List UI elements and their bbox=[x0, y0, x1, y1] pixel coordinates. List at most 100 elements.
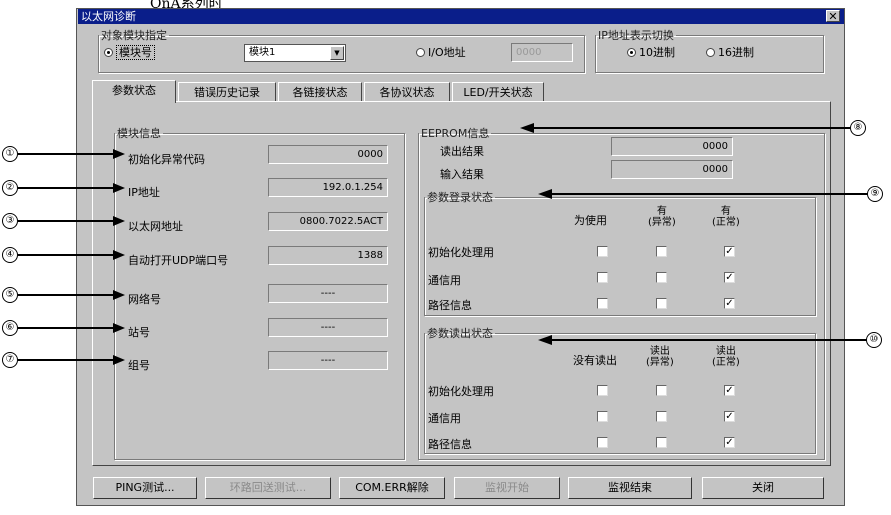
tab-link-status[interactable]: 各链接状态 bbox=[278, 82, 362, 102]
monitor-start-button[interactable]: 监视开始 bbox=[454, 477, 560, 499]
eeprom-info-legend: EEPROM信息 bbox=[421, 127, 490, 140]
reg-row-route-label: 路径信息 bbox=[428, 299, 472, 312]
network-no-value: ---- bbox=[268, 284, 388, 303]
radio-unselected-icon bbox=[416, 47, 425, 57]
loop-test-button[interactable]: 环路回送测试... bbox=[205, 477, 331, 499]
callout-5-line bbox=[18, 294, 115, 296]
ethernet-address-label: 以太网地址 bbox=[128, 220, 183, 233]
radio-decimal[interactable]: 10进制 bbox=[627, 44, 675, 60]
arrow-right-icon bbox=[113, 183, 125, 193]
reg-row-init-label: 初始化处理用 bbox=[428, 246, 494, 259]
callout-1-line bbox=[18, 153, 115, 155]
init-error-code-value: 0000 bbox=[268, 145, 388, 164]
module-select-value: 模块1 bbox=[249, 47, 276, 58]
checkbox[interactable] bbox=[597, 411, 608, 422]
arrow-right-icon bbox=[113, 323, 125, 333]
col-unused-header: 为使用 bbox=[574, 214, 607, 227]
radio-unselected-icon bbox=[706, 47, 715, 57]
callout-3: ③ bbox=[2, 213, 18, 229]
checkbox-checked[interactable]: ✓ bbox=[724, 437, 735, 448]
group-no-label: 组号 bbox=[128, 359, 150, 372]
ip-display-legend: IP地址表示切换 bbox=[598, 29, 674, 42]
ip-address-value: 192.0.1.254 bbox=[268, 178, 388, 197]
eeprom-read-value: 0000 bbox=[611, 137, 733, 156]
callout-1: ① bbox=[2, 146, 18, 162]
callout-2: ② bbox=[2, 180, 18, 196]
checkbox-checked[interactable]: ✓ bbox=[724, 272, 735, 283]
radio-io-address-label: I/O地址 bbox=[428, 46, 466, 59]
callout-6-line bbox=[18, 327, 115, 329]
callout-4: ④ bbox=[2, 247, 18, 263]
checkbox-checked[interactable]: ✓ bbox=[724, 411, 735, 422]
checkbox[interactable] bbox=[597, 437, 608, 448]
group-no-value: ---- bbox=[268, 351, 388, 370]
ip-address-label: IP地址 bbox=[128, 186, 160, 199]
callout-9-line bbox=[550, 193, 868, 195]
read-row-comm-label: 通信用 bbox=[428, 412, 461, 425]
io-address-input[interactable]: 0000 bbox=[511, 43, 573, 62]
callout-6: ⑥ bbox=[2, 320, 18, 336]
checkbox[interactable] bbox=[656, 298, 667, 309]
read-row-init-label: 初始化处理用 bbox=[428, 385, 494, 398]
radio-selected-icon bbox=[627, 47, 636, 57]
checkbox[interactable] bbox=[597, 298, 608, 309]
monitor-stop-button[interactable]: 监视结束 bbox=[568, 477, 692, 499]
close-button[interactable]: 关闭 bbox=[702, 477, 824, 499]
read-row-route-label: 路径信息 bbox=[428, 438, 472, 451]
network-no-label: 网络号 bbox=[128, 293, 161, 306]
arrow-right-icon bbox=[113, 355, 125, 365]
checkbox-checked[interactable]: ✓ bbox=[724, 385, 735, 396]
checkbox-checked[interactable]: ✓ bbox=[724, 298, 735, 309]
param-register-legend: 参数登录状态 bbox=[427, 191, 493, 204]
callout-10: ⑩ bbox=[866, 332, 882, 348]
eeprom-write-value: 0000 bbox=[611, 160, 733, 179]
radio-selected-icon bbox=[104, 47, 113, 57]
checkbox[interactable] bbox=[656, 272, 667, 283]
checkbox[interactable] bbox=[656, 437, 667, 448]
arrow-right-icon bbox=[113, 250, 125, 260]
ethernet-address-value: 0800.7022.5ACT bbox=[268, 212, 388, 231]
station-no-label: 站号 bbox=[128, 326, 150, 339]
target-module-legend: 对象模块指定 bbox=[101, 29, 167, 42]
checkbox[interactable] bbox=[597, 246, 608, 257]
callout-8-line bbox=[532, 127, 850, 129]
checkbox[interactable] bbox=[597, 272, 608, 283]
eeprom-read-label: 读出结果 bbox=[440, 145, 484, 158]
col-normal-header: 有 (正常) bbox=[712, 206, 740, 228]
callout-3-line bbox=[18, 220, 115, 222]
radio-module-no[interactable]: 模块号 bbox=[104, 44, 155, 60]
tab-error-history[interactable]: 错误历史记录 bbox=[178, 82, 276, 102]
udp-port-value: 1388 bbox=[268, 246, 388, 265]
udp-port-label: 自动打开UDP端口号 bbox=[128, 254, 229, 267]
callout-2-line bbox=[18, 187, 115, 189]
callout-7: ⑦ bbox=[2, 352, 18, 368]
tab-protocol-status[interactable]: 各协议状态 bbox=[364, 82, 450, 102]
tab-led-switch-status[interactable]: LED/开关状态 bbox=[452, 82, 544, 102]
checkbox[interactable] bbox=[656, 411, 667, 422]
checkbox-checked[interactable]: ✓ bbox=[724, 246, 735, 257]
chevron-down-icon[interactable]: ▼ bbox=[330, 46, 344, 60]
com-err-clear-button[interactable]: COM.ERR解除 bbox=[339, 477, 445, 499]
arrow-right-icon bbox=[113, 290, 125, 300]
window-title: 以太网诊断 bbox=[81, 10, 136, 23]
callout-7-line bbox=[18, 359, 115, 361]
checkbox[interactable] bbox=[656, 385, 667, 396]
tab-param-status[interactable]: 参数状态 bbox=[92, 80, 176, 103]
module-select[interactable]: 模块1 ▼ bbox=[244, 44, 346, 62]
checkbox[interactable] bbox=[656, 246, 667, 257]
radio-hex[interactable]: 16进制 bbox=[706, 44, 754, 60]
radio-module-no-label: 模块号 bbox=[116, 45, 155, 60]
checkbox[interactable] bbox=[597, 385, 608, 396]
ping-test-button[interactable]: PING测试... bbox=[93, 477, 197, 499]
station-no-value: ---- bbox=[268, 318, 388, 337]
init-error-code-label: 初始化异常代码 bbox=[128, 153, 205, 166]
callout-5: ⑤ bbox=[2, 287, 18, 303]
callout-10-line bbox=[550, 339, 868, 341]
col-read-abnormal-header: 读出 (异常) bbox=[646, 346, 674, 368]
param-read-legend: 参数读出状态 bbox=[427, 327, 493, 340]
eeprom-write-label: 输入结果 bbox=[440, 168, 484, 181]
close-icon[interactable]: ✕ bbox=[826, 10, 840, 22]
radio-hex-label: 16进制 bbox=[718, 46, 754, 59]
col-abnormal-header: 有 (异常) bbox=[648, 206, 676, 228]
radio-io-address[interactable]: I/O地址 bbox=[416, 44, 466, 60]
